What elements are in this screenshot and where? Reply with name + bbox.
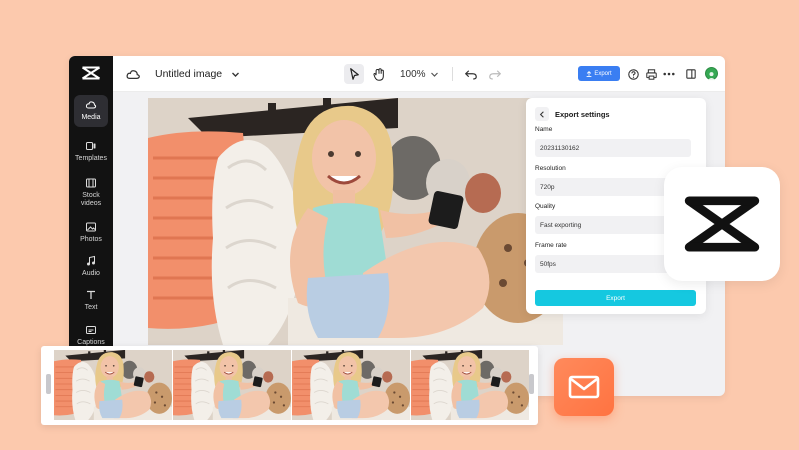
frame-thumbnail <box>173 350 291 420</box>
sidebar-item-label: Media <box>81 114 101 121</box>
pointer-icon <box>349 68 359 80</box>
frame-thumbnail <box>292 350 410 420</box>
captions-icon <box>86 326 96 334</box>
mail-icon <box>568 375 600 399</box>
capcut-logo-badge <box>664 167 780 281</box>
quality-value: Fast exporting <box>540 221 582 229</box>
user-icon <box>707 72 716 81</box>
canvas-photo <box>148 98 563 345</box>
name-value: 20231130162 <box>540 144 580 152</box>
text-icon <box>87 290 95 299</box>
back-button[interactable] <box>535 107 549 121</box>
layout-icon[interactable] <box>686 69 696 79</box>
more-icon[interactable] <box>663 72 675 76</box>
hand-icon[interactable] <box>373 67 385 81</box>
quality-label: Quality <box>535 203 556 210</box>
export-confirm-label: Export <box>606 294 625 302</box>
timeline-frame <box>292 350 410 420</box>
timeline-strip[interactable] <box>41 346 538 425</box>
cloud-icon[interactable] <box>126 68 141 80</box>
upload-icon <box>586 70 592 77</box>
select-tool-button[interactable] <box>344 64 364 84</box>
sidebar: Media Templates Stock videos Photos Audi… <box>69 56 113 396</box>
sidebar-item-label: Audio <box>82 270 100 277</box>
sidebar-item-captions[interactable]: Captions <box>74 320 108 347</box>
resolution-value: 720p <box>540 183 555 191</box>
capcut-logo-icon[interactable] <box>81 66 101 80</box>
sidebar-item-photos[interactable]: Photos <box>74 217 108 244</box>
music-note-icon <box>87 255 95 266</box>
chevron-down-icon[interactable] <box>430 70 439 79</box>
print-icon[interactable] <box>646 68 657 80</box>
help-icon[interactable] <box>628 68 639 80</box>
undo-icon[interactable] <box>465 69 477 80</box>
timeline-left-handle[interactable] <box>46 374 51 394</box>
photo-icon <box>86 222 96 232</box>
timeline-frame <box>54 350 172 420</box>
frame-thumbnail <box>411 350 529 420</box>
zoom-level[interactable]: 100% <box>400 69 426 80</box>
templates-icon <box>86 142 96 150</box>
timeline-frame <box>173 350 291 420</box>
media-cloud-icon <box>85 101 97 109</box>
export-button[interactable]: Export <box>578 66 620 81</box>
chevron-down-icon[interactable] <box>231 70 240 79</box>
avatar[interactable] <box>705 67 718 81</box>
sidebar-item-stock-videos[interactable]: Stock videos <box>74 173 108 208</box>
frame-rate-label: Frame rate <box>535 242 567 249</box>
sidebar-item-label: Stock videos <box>80 192 102 207</box>
capcut-logo-icon <box>684 196 760 252</box>
sidebar-item-label: Photos <box>80 236 102 243</box>
frame-rate-value: 50fps <box>540 260 556 268</box>
frame-thumbnail <box>54 350 172 420</box>
film-icon <box>86 178 96 188</box>
name-label: Name <box>535 126 553 133</box>
sidebar-item-label: Text <box>84 304 98 311</box>
panel-title: Export settings <box>555 109 610 119</box>
sidebar-item-media[interactable]: Media <box>74 95 108 127</box>
name-field[interactable]: 20231130162 <box>535 139 691 157</box>
sidebar-item-audio[interactable]: Audio <box>74 251 108 278</box>
sidebar-item-text[interactable]: Text <box>74 285 108 312</box>
document-title[interactable]: Untitled image <box>155 68 222 80</box>
image-canvas[interactable] <box>148 98 563 345</box>
export-confirm-button[interactable]: Export <box>535 290 696 306</box>
resolution-label: Resolution <box>535 165 566 172</box>
chevron-left-icon <box>539 110 544 118</box>
timeline-right-handle[interactable] <box>529 374 534 394</box>
redo-icon[interactable] <box>489 69 501 80</box>
sidebar-item-templates[interactable]: Templates <box>74 136 108 163</box>
mail-badge <box>554 358 614 416</box>
sidebar-item-label: Templates <box>75 155 107 162</box>
timeline-frame <box>411 350 529 420</box>
top-toolbar: Untitled image 100% Export <box>113 56 725 92</box>
export-button-label: Export <box>594 70 612 77</box>
toolbar-divider <box>452 67 453 81</box>
